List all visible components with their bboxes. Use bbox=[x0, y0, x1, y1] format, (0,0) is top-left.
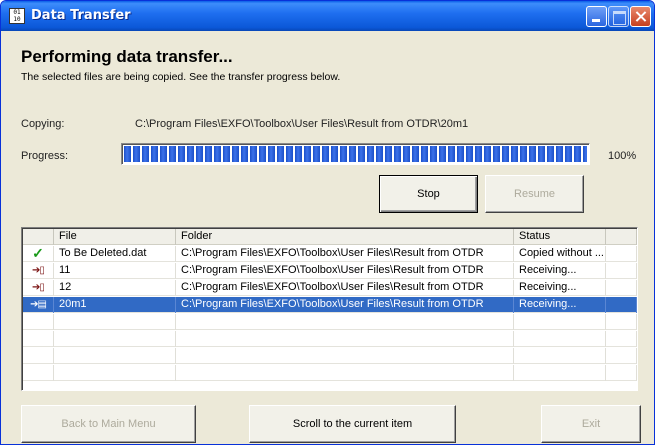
row-folder: C:\Program Files\EXFO\Toolbox\User Files… bbox=[176, 246, 514, 262]
checkmark-icon: ✓ bbox=[23, 246, 54, 262]
receiving-arrow-icon: ➔▤ bbox=[23, 297, 54, 313]
exit-button[interactable]: Exit bbox=[541, 405, 641, 443]
table-row[interactable]: ➔▯ 11 C:\Program Files\EXFO\Toolbox\User… bbox=[23, 263, 637, 279]
row-status: Receiving... bbox=[514, 280, 606, 296]
window-title: Data Transfer bbox=[31, 8, 131, 23]
data-transfer-window: 01 10 Data Transfer Performing data trans… bbox=[0, 0, 655, 445]
page-title: Performing data transfer... bbox=[21, 47, 233, 66]
empty-row bbox=[23, 331, 637, 347]
table-header: File Folder Status bbox=[23, 229, 637, 245]
resume-button[interactable]: Resume bbox=[485, 175, 584, 213]
row-folder: C:\Program Files\EXFO\Toolbox\User Files… bbox=[176, 297, 514, 313]
receiving-arrow-icon: ➔▯ bbox=[23, 263, 54, 279]
copying-label: Copying: bbox=[21, 118, 65, 130]
empty-row bbox=[23, 314, 637, 330]
column-header-status[interactable]: Status bbox=[514, 229, 606, 245]
row-folder: C:\Program Files\EXFO\Toolbox\User Files… bbox=[176, 263, 514, 279]
file-transfer-table[interactable]: File Folder Status ✓ To Be Deleted.dat C… bbox=[21, 227, 638, 391]
column-header-extra[interactable] bbox=[606, 229, 637, 245]
progress-label: Progress: bbox=[21, 150, 69, 162]
row-extra bbox=[606, 297, 637, 313]
row-status: Receiving... bbox=[514, 263, 606, 279]
row-extra bbox=[606, 280, 637, 296]
table-row[interactable]: ✓ To Be Deleted.dat C:\Program Files\EXF… bbox=[23, 246, 637, 262]
title-bar[interactable]: 01 10 Data Transfer bbox=[1, 1, 654, 31]
row-extra bbox=[606, 263, 637, 279]
close-button[interactable] bbox=[630, 6, 651, 27]
minimize-button[interactable] bbox=[586, 6, 607, 27]
back-to-main-menu-button[interactable]: Back to Main Menu bbox=[21, 405, 196, 443]
copying-path: C:\Program Files\EXFO\Toolbox\User Files… bbox=[135, 118, 469, 130]
receiving-arrow-icon: ➔▯ bbox=[23, 280, 54, 296]
progress-bar-fill bbox=[124, 146, 587, 162]
row-status: Copied without ... bbox=[514, 246, 606, 262]
stop-button[interactable]: Stop bbox=[379, 175, 478, 213]
column-header-icon[interactable] bbox=[23, 229, 54, 245]
row-file: 20m1 bbox=[54, 297, 176, 313]
page-subtitle: The selected files are being copied. See… bbox=[21, 71, 341, 83]
row-file: To Be Deleted.dat bbox=[54, 246, 176, 262]
progress-bar bbox=[121, 143, 590, 165]
row-file: 11 bbox=[54, 263, 176, 279]
table-row-selected[interactable]: ➔▤ 20m1 C:\Program Files\EXFO\Toolbox\Us… bbox=[23, 297, 637, 313]
maximize-button[interactable] bbox=[608, 6, 629, 27]
column-header-folder[interactable]: Folder bbox=[176, 229, 514, 245]
empty-row bbox=[23, 348, 637, 364]
row-status: Receiving... bbox=[514, 297, 606, 313]
row-file: 12 bbox=[54, 280, 176, 296]
scroll-to-current-item-button[interactable]: Scroll to the current item bbox=[249, 405, 456, 443]
row-extra bbox=[606, 246, 637, 262]
empty-row bbox=[23, 365, 637, 381]
table-row[interactable]: ➔▯ 12 C:\Program Files\EXFO\Toolbox\User… bbox=[23, 280, 637, 296]
progress-percent: 100% bbox=[608, 150, 637, 162]
app-window-icon: 01 10 bbox=[9, 8, 25, 24]
row-folder: C:\Program Files\EXFO\Toolbox\User Files… bbox=[176, 280, 514, 296]
column-header-file[interactable]: File bbox=[54, 229, 176, 245]
